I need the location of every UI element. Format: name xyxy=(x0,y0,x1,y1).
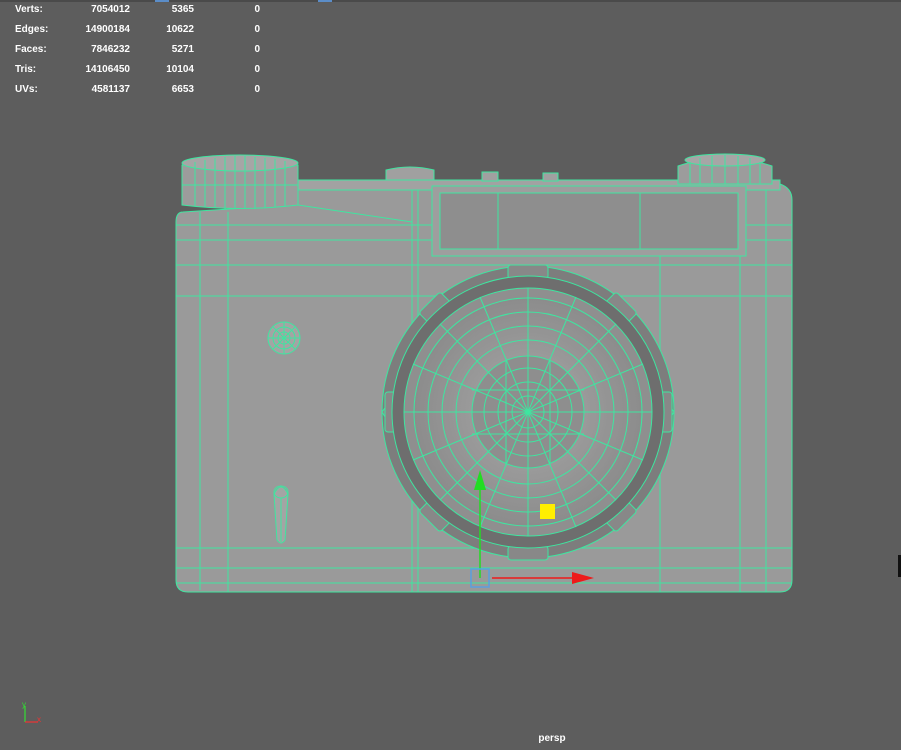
hud-value-total: 4581137 xyxy=(91,84,130,95)
hud-value-selected-object: 5271 xyxy=(171,44,194,55)
hud-value-total: 14106450 xyxy=(85,64,131,75)
scene-wireframe[interactable] xyxy=(0,0,901,750)
viewfinder-window xyxy=(439,192,739,250)
hud-value-selected-object: 5365 xyxy=(171,4,194,15)
hud-value-selected-object: 10622 xyxy=(166,24,194,35)
camera-name-label: persp xyxy=(538,733,566,744)
hud-row-tris: Tris: 14106450 10104 0 xyxy=(0,60,280,80)
hud-value-total: 7846232 xyxy=(91,44,130,55)
hud-label: Faces: xyxy=(15,44,47,55)
hud-value-total: 7054012 xyxy=(91,4,130,15)
poly-count-hud: Verts: 7054012 5365 0 Edges: 14900184 10… xyxy=(0,0,280,100)
hud-value-selected-component: 0 xyxy=(254,4,260,15)
perspective-viewport[interactable]: y x Verts: 7054012 5365 0 Edges: 1490018… xyxy=(0,0,901,750)
hud-row-faces: Faces: 7846232 5271 0 xyxy=(0,40,280,60)
hud-label: Verts: xyxy=(15,4,43,15)
rewind-dial xyxy=(181,154,299,209)
hud-value-selected-component: 0 xyxy=(254,44,260,55)
hud-value-selected-object: 10104 xyxy=(166,64,194,75)
accessory-shoe xyxy=(385,166,435,181)
camera-model[interactable] xyxy=(175,153,793,593)
hud-value-total: 14900184 xyxy=(85,24,131,35)
hud-value-selected-component: 0 xyxy=(254,24,260,35)
hud-label: Tris: xyxy=(15,64,37,75)
top-button xyxy=(542,172,559,182)
hud-row-uvs: UVs: 4581137 6653 0 xyxy=(0,80,280,100)
hud-value-selected-object: 6653 xyxy=(171,84,194,95)
shutter-dial xyxy=(677,153,773,185)
axis-indicator-y-label: y xyxy=(22,700,26,709)
hud-value-selected-component: 0 xyxy=(254,64,260,75)
hud-row-edges: Edges: 14900184 10622 0 xyxy=(0,20,280,40)
lens xyxy=(381,264,675,561)
hud-label: UVs: xyxy=(15,84,38,95)
hud-label: Edges: xyxy=(15,24,49,35)
pivot-marker[interactable] xyxy=(540,504,555,519)
top-button xyxy=(481,171,499,182)
hud-row-verts: Verts: 7054012 5365 0 xyxy=(0,0,280,20)
hud-value-selected-component: 0 xyxy=(254,84,260,95)
axis-indicator-x-label: x xyxy=(37,715,41,724)
